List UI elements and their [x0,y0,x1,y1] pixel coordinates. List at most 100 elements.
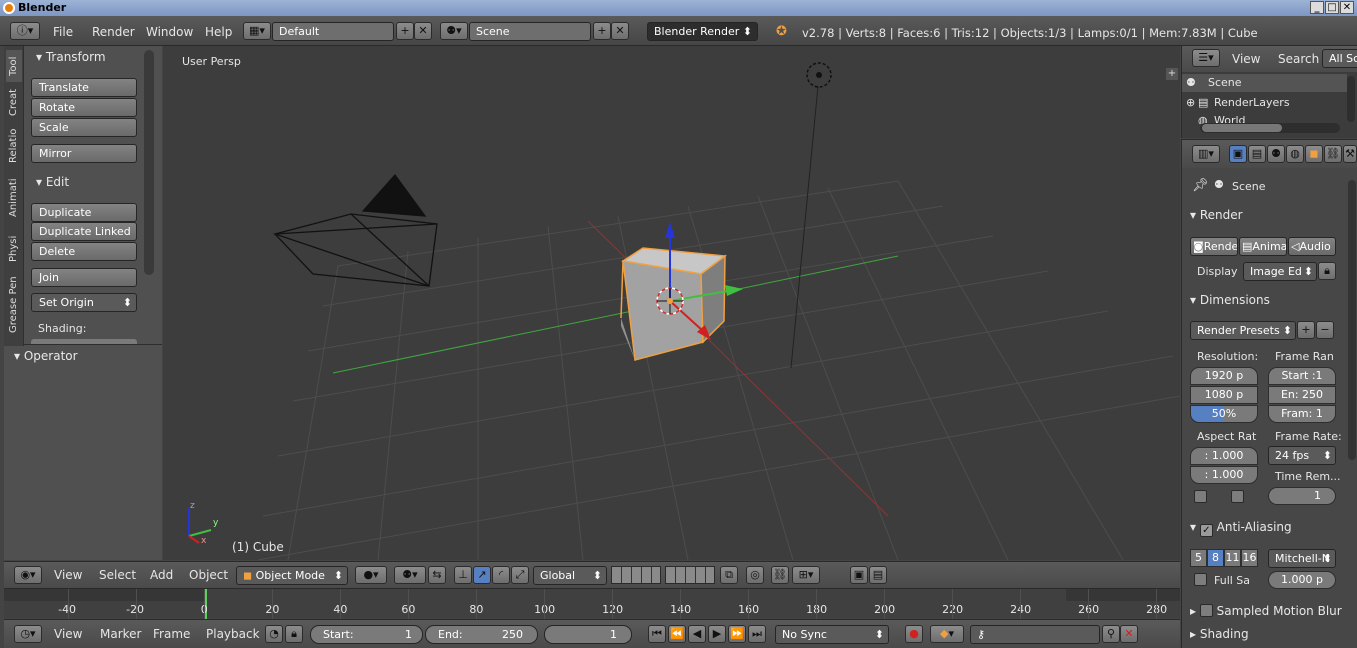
antialiasing-panel-header[interactable]: ▾ ✓ Anti-Aliasing [1190,520,1292,537]
crop-checkbox[interactable] [1231,490,1244,503]
sync-mode-dropdown[interactable]: No Sync ⬍ [775,625,889,644]
pin-icon[interactable]: 📌︎ [1192,178,1209,193]
properties-scrollbar[interactable] [1348,180,1356,460]
full-sample-checkbox[interactable] [1194,573,1207,586]
join-button[interactable]: Join [31,268,137,287]
aa-samples-16[interactable]: 16 [1241,549,1258,567]
render-context-icon[interactable]: ▣ [1229,145,1247,163]
outliner-menu-view[interactable]: View [1232,52,1260,66]
jump-end-icon[interactable]: ⏭ [748,625,766,643]
menu-object[interactable]: Object [189,568,228,582]
properties-region-toggle-icon[interactable]: + [1166,68,1178,80]
shading-panel-header[interactable]: ▸ Shading [1190,627,1249,641]
resolution-percent-slider[interactable]: 50% [1190,405,1258,423]
lock-layers-icon[interactable]: ⧉ [720,566,738,584]
snap-element-icon[interactable]: ⊞▾ [792,566,820,584]
lamp-object[interactable] [806,62,832,88]
jump-keyframe-forward-icon[interactable]: ⏩ [728,625,746,643]
add-screen-icon[interactable]: + [396,22,414,40]
menu-help[interactable]: Help [205,25,232,39]
aspect-y-field[interactable]: : 1.000 [1190,466,1258,484]
manipulator-toggle-icon[interactable]: ⇆ [428,566,446,584]
maximize-button[interactable]: □ [1325,1,1339,14]
translate-manipulator-icon[interactable]: ↗ [473,566,491,584]
scene-field[interactable]: Scene [469,22,591,41]
screen-layout-field[interactable]: Default [272,22,394,41]
frame-start-field[interactable]: Start :1 [1268,367,1336,385]
menu-playback[interactable]: Playback [206,627,260,641]
render-animation-icon[interactable]: ▤ [869,566,887,584]
menu-render[interactable]: Render [92,25,135,39]
scale-button[interactable]: Scale [31,118,137,137]
set-origin-dropdown[interactable]: Set Origin ⬍ [31,293,137,312]
add-scene-icon[interactable]: + [593,22,611,40]
filter-size-field[interactable]: 1.000 p [1268,571,1336,589]
menu-marker[interactable]: Marker [100,627,141,641]
remove-scene-icon[interactable]: ✕ [611,22,629,40]
menu-window[interactable]: Window [146,25,193,39]
layer-buttons-right[interactable] [665,566,715,584]
object-context-icon[interactable]: ◼ [1305,145,1323,163]
delete-button[interactable]: Delete [31,242,137,261]
minimize-button[interactable]: _ [1310,1,1324,14]
renderlayers-context-icon[interactable]: ▤ [1248,145,1266,163]
operator-panel-header[interactable]: ▾ Operator [14,349,78,363]
translate-button[interactable]: Translate [31,78,137,97]
menu-view[interactable]: View [54,568,82,582]
scene-icon[interactable]: ⚉▾ [440,22,468,40]
mode-dropdown[interactable]: ◼ Object Mode ⬍ [236,566,348,585]
render-audio-button[interactable]: ◁Audio [1288,237,1336,256]
tab-tool[interactable]: Tool [6,50,22,82]
mirror-button[interactable]: Mirror [31,144,137,163]
jump-start-icon[interactable]: ⏮ [648,625,666,643]
timeline-area[interactable]: -40-200204060801001201401601802002202402… [4,588,1180,619]
pivot-point-icon[interactable]: ⚉▾ [394,566,426,584]
antialiasing-checkbox[interactable]: ✓ [1199,524,1213,537]
proportional-edit-icon[interactable]: ◎ [746,566,764,584]
render-still-icon[interactable]: ▣ [850,566,868,584]
menu-file[interactable]: File [53,25,73,39]
camera-object[interactable] [272,173,438,287]
play-reverse-icon[interactable]: ◀ [688,625,706,643]
record-icon[interactable]: ● [905,625,923,643]
outliner-row-renderlayers[interactable]: ⊕ ▤ RenderLayers [1182,94,1347,112]
modifiers-context-icon[interactable]: ⚒ [1343,145,1357,163]
editor-type-outliner-icon[interactable]: ☰▾ [1192,49,1220,67]
menu-add[interactable]: Add [150,568,173,582]
viewport-shading-icon[interactable]: ●▾ [355,566,387,584]
resolution-x-field[interactable]: 1920 p [1190,367,1258,385]
start-frame-field[interactable]: Start: 1 [310,625,423,644]
border-checkbox[interactable] [1194,490,1207,503]
menu-timeline-view[interactable]: View [54,627,82,641]
tab-grease-pencil[interactable]: Grease Pen [6,274,22,336]
aa-filter-dropdown[interactable]: Mitchell-N ⬍ [1268,549,1336,568]
rotate-button[interactable]: Rotate [31,98,137,117]
editor-type-info-button[interactable]: ⓘ▾ [10,22,40,40]
tab-create[interactable]: Creat [6,84,22,120]
add-preset-icon[interactable]: + [1297,321,1315,339]
close-button[interactable]: ✕ [1340,1,1354,14]
editor-type-timeline-icon[interactable]: ◷▾ [14,625,42,643]
frame-rate-dropdown[interactable]: 24 fps ⬍ [1268,446,1336,465]
time-remap-field[interactable]: 1 [1268,487,1336,505]
layer-buttons-left[interactable] [611,566,661,584]
aa-samples-11[interactable]: 11 [1224,549,1241,567]
aa-samples-8[interactable]: 8 [1207,549,1224,567]
delete-keyframe-icon[interactable]: ✕ [1120,625,1138,643]
outliner-vscroll[interactable] [1347,76,1355,122]
scale-manipulator-icon[interactable]: ⤢ [511,566,529,584]
play-icon[interactable]: ▶ [708,625,726,643]
lock-interface-icon[interactable]: 🔒︎ [1318,262,1336,280]
duplicate-button[interactable]: Duplicate [31,203,137,222]
transform-orientation-dropdown[interactable]: Global ⬍ [533,566,607,585]
keying-icon[interactable]: ◆▾ [930,625,964,643]
duplicate-linked-button[interactable]: Duplicate Linked [31,222,137,241]
lock-range-icon[interactable]: 🔒︎ [285,625,303,643]
3d-viewport[interactable]: User Persp (1) Cube z y x + [163,46,1180,560]
dimensions-panel-header[interactable]: ▾ Dimensions [1190,293,1270,307]
frame-step-field[interactable]: Fram: 1 [1268,405,1336,423]
editor-type-properties-icon[interactable]: ▥▾ [1192,145,1220,163]
preview-range-icon[interactable]: ◔ [265,625,283,643]
menu-frame[interactable]: Frame [153,627,190,641]
constraints-context-icon[interactable]: ⛓ [1324,145,1342,163]
